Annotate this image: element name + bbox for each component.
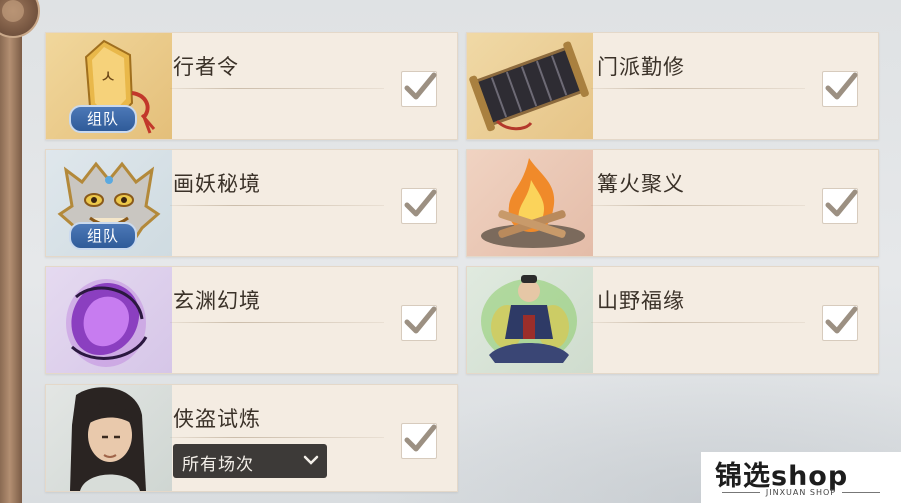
meditating-monk-icon [467,267,593,373]
checkmark-icon [404,306,437,334]
task-checkbox[interactable] [401,71,437,107]
task-card-xuanyuanhuanjing[interactable]: 玄渊幻境 [45,266,458,374]
dropdown-selected-value: 所有场次 [182,455,254,475]
scroll-icon [467,33,593,139]
checkmark-icon [404,72,437,100]
checkmark-icon [404,189,437,217]
divider [591,205,805,206]
purple-crystal-icon [46,267,172,373]
team-badge: 组队 [69,105,137,133]
task-card-shanyefuyuan[interactable]: 山野福缘 [466,266,879,374]
left-pillar-decoration [0,0,22,503]
task-card-xiadaoshilian[interactable]: 侠盗试炼 所有场次 [45,384,458,492]
task-title: 山野福缘 [597,289,685,313]
task-card-menpaiqinxiu[interactable]: 门派勤修 [466,32,879,140]
task-title: 门派勤修 [597,55,685,79]
divider [591,88,805,89]
task-title: 画妖秘境 [173,172,261,196]
bonfire-icon [467,150,593,256]
session-dropdown[interactable]: 所有场次 [173,444,327,478]
golden-token-icon: ㅅ 组队 [46,33,172,139]
task-checkbox[interactable] [401,188,437,224]
task-title: 行者令 [173,55,239,79]
task-title: 玄渊幻境 [173,289,261,313]
task-card-huayaomijing[interactable]: 组队 画妖秘境 [45,149,458,257]
task-card-xingzheling[interactable]: ㅅ 组队 行者令 [45,32,458,140]
checkmark-icon [825,189,858,217]
checkmark-icon [825,306,858,334]
chevron-down-icon [303,455,319,465]
task-card-gouhuojuyi[interactable]: 篝火聚义 [466,149,879,257]
task-checkbox[interactable] [401,305,437,341]
checkmark-icon [825,72,858,100]
task-checkbox[interactable] [822,188,858,224]
swordsman-portrait-icon [46,385,172,491]
task-checkbox[interactable] [401,423,437,459]
divider [170,437,384,438]
checkmark-icon [404,424,437,452]
divider [170,88,384,89]
task-title: 篝火聚义 [597,172,685,196]
task-checkbox[interactable] [822,305,858,341]
watermark-sub: JINXUAN SHOP [701,488,901,497]
task-checkbox[interactable] [822,71,858,107]
demon-mask-icon: 组队 [46,150,172,256]
team-badge: 组队 [69,222,137,250]
divider [170,205,384,206]
watermark: 锦选shop JINXUAN SHOP [701,452,901,503]
divider [170,322,384,323]
pillar-knob-decoration [0,0,40,38]
svg-text:ㅅ: ㅅ [100,67,117,88]
divider [591,322,805,323]
task-title: 侠盗试炼 [173,407,261,431]
